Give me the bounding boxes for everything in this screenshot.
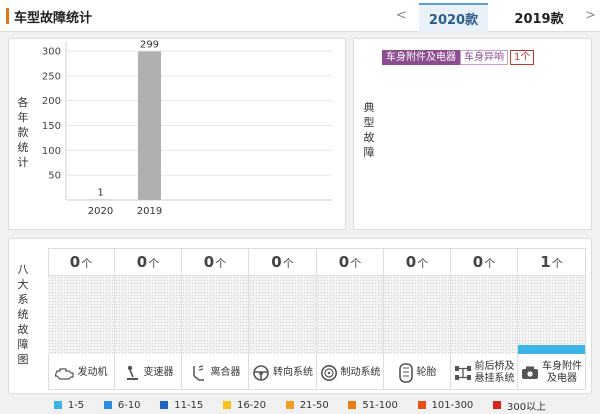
x-tick-label: 2020 — [88, 206, 113, 217]
system-axle-suspension[interactable]: 0个 前后桥及 悬挂系统 — [451, 248, 518, 390]
system-level-area — [115, 276, 181, 354]
legend-item: 1-5 — [53, 400, 84, 411]
label-char: 大 — [17, 278, 29, 291]
y-tick-label: 200 — [42, 96, 61, 107]
legend-item: 101-300 — [417, 400, 473, 411]
x-tick-label: 2019 — [137, 206, 162, 217]
system-count: 1个 — [518, 248, 585, 276]
label-char: 款 — [17, 126, 29, 139]
car-accessory-icon — [522, 366, 538, 379]
legend-item: 21-50 — [285, 400, 329, 411]
system-brake[interactable]: 0个 制动系统 — [317, 248, 384, 390]
system-level-area — [48, 276, 114, 354]
system-level-area — [249, 276, 316, 354]
label-char: 故 — [17, 323, 29, 336]
brake-disc-icon — [320, 365, 337, 381]
tire-icon — [398, 363, 413, 383]
legend-item: 300以上 — [492, 398, 546, 413]
system-level-area — [451, 276, 517, 354]
typical-faults-label: 典 型 故 障 — [362, 100, 376, 160]
label-char: 计 — [17, 156, 29, 169]
yearly-stats-label: 各 年 款 统 计 — [16, 95, 30, 170]
system-count: 0个 — [115, 248, 181, 276]
y-tick-label: 50 — [48, 171, 61, 182]
system-count: 0个 — [48, 248, 114, 276]
tab-2019[interactable]: 2019款 — [500, 3, 578, 32]
gear-shift-icon — [126, 365, 138, 380]
next-arrow-icon[interactable]: > — [585, 8, 596, 23]
header: 车型故障统计 < 2020款 2019款 > — [0, 0, 600, 32]
system-name: 轮胎 — [416, 367, 437, 378]
label-char: 型 — [363, 116, 375, 129]
y-tick-label: 300 — [42, 46, 61, 57]
clutch-pedal-icon — [192, 365, 204, 381]
system-engine[interactable]: 0个 发动机 — [48, 248, 115, 390]
y-tick-label: 100 — [42, 146, 61, 157]
system-name: 转向系统 — [273, 367, 313, 378]
system-name: 制动系统 — [340, 367, 381, 378]
system-name: 车身附件 及电器 — [542, 361, 582, 384]
label-char: 八 — [17, 263, 29, 276]
system-count: 0个 — [384, 248, 450, 276]
system-level-area — [384, 276, 450, 354]
title-accent-bar — [6, 8, 9, 24]
yearly-bar-chart: 50 100 150 200 250 300 1 2020 299 2019 — [42, 39, 332, 217]
legend-item: 6-10 — [103, 400, 141, 411]
label-char: 统 — [17, 141, 29, 154]
fault-tag-body-accessories[interactable]: 车身附件及电器 — [382, 50, 460, 65]
system-name: 变速器 — [143, 367, 174, 378]
system-count: 0个 — [451, 248, 517, 276]
system-level-area — [182, 276, 248, 354]
eight-systems-label: 八 大 系 统 故 障 图 — [16, 262, 30, 367]
bar-value-label: 1 — [97, 188, 103, 199]
system-name: 发动机 — [77, 367, 108, 378]
system-level-area — [518, 276, 585, 354]
label-char: 统 — [17, 308, 29, 321]
fault-statistics-page: 车型故障统计 < 2020款 2019款 > 各 年 款 统 计 50 100 15… — [0, 0, 600, 414]
label-char: 障 — [17, 338, 29, 351]
system-count: 0个 — [317, 248, 383, 276]
fault-count-badge: 1个 — [510, 50, 535, 65]
label-char: 系 — [17, 293, 29, 306]
tab-2020[interactable]: 2020款 — [419, 3, 488, 32]
typical-faults-panel — [353, 38, 592, 230]
system-clutch[interactable]: 0个 离合器 — [182, 248, 249, 390]
label-char: 典 — [363, 101, 375, 114]
label-char: 各 — [17, 96, 29, 109]
bar-value-label: 299 — [140, 39, 159, 50]
fault-level-legend: 1-5 6-10 11-15 16-20 21-50 51-100 101-30… — [0, 396, 600, 414]
fault-tags: 车身附件及电器 车身异响 1个 — [382, 50, 535, 65]
page-title: 车型故障统计 — [14, 11, 93, 26]
system-steering[interactable]: 0个 转向系统 — [249, 248, 317, 390]
steering-wheel-icon — [253, 365, 269, 381]
fault-tag-body-noise[interactable]: 车身异响 — [460, 50, 508, 65]
system-tire[interactable]: 0个 轮胎 — [384, 248, 451, 390]
legend-item: 51-100 — [348, 400, 398, 411]
engine-icon — [54, 368, 74, 380]
system-body-accessories[interactable]: 1个 车身附件 及电器 — [518, 248, 586, 390]
label-char: 障 — [363, 146, 375, 159]
label-char: 图 — [17, 353, 29, 366]
label-char: 年 — [17, 111, 29, 124]
system-name: 前后桥及 悬挂系统 — [474, 361, 515, 384]
label-char: 故 — [363, 131, 375, 144]
legend-item: 16-20 — [222, 400, 266, 411]
system-level-area — [317, 276, 383, 354]
legend-item: 11-15 — [160, 400, 203, 411]
bar — [138, 51, 161, 201]
y-tick-label: 250 — [42, 71, 61, 82]
system-count: 0个 — [182, 248, 248, 276]
system-count: 0个 — [249, 248, 316, 276]
y-tick-label: 150 — [42, 121, 61, 132]
system-name: 离合器 — [210, 367, 241, 378]
system-transmission[interactable]: 0个 变速器 — [115, 248, 182, 390]
prev-arrow-icon[interactable]: < — [396, 8, 407, 23]
axle-icon — [454, 366, 471, 380]
